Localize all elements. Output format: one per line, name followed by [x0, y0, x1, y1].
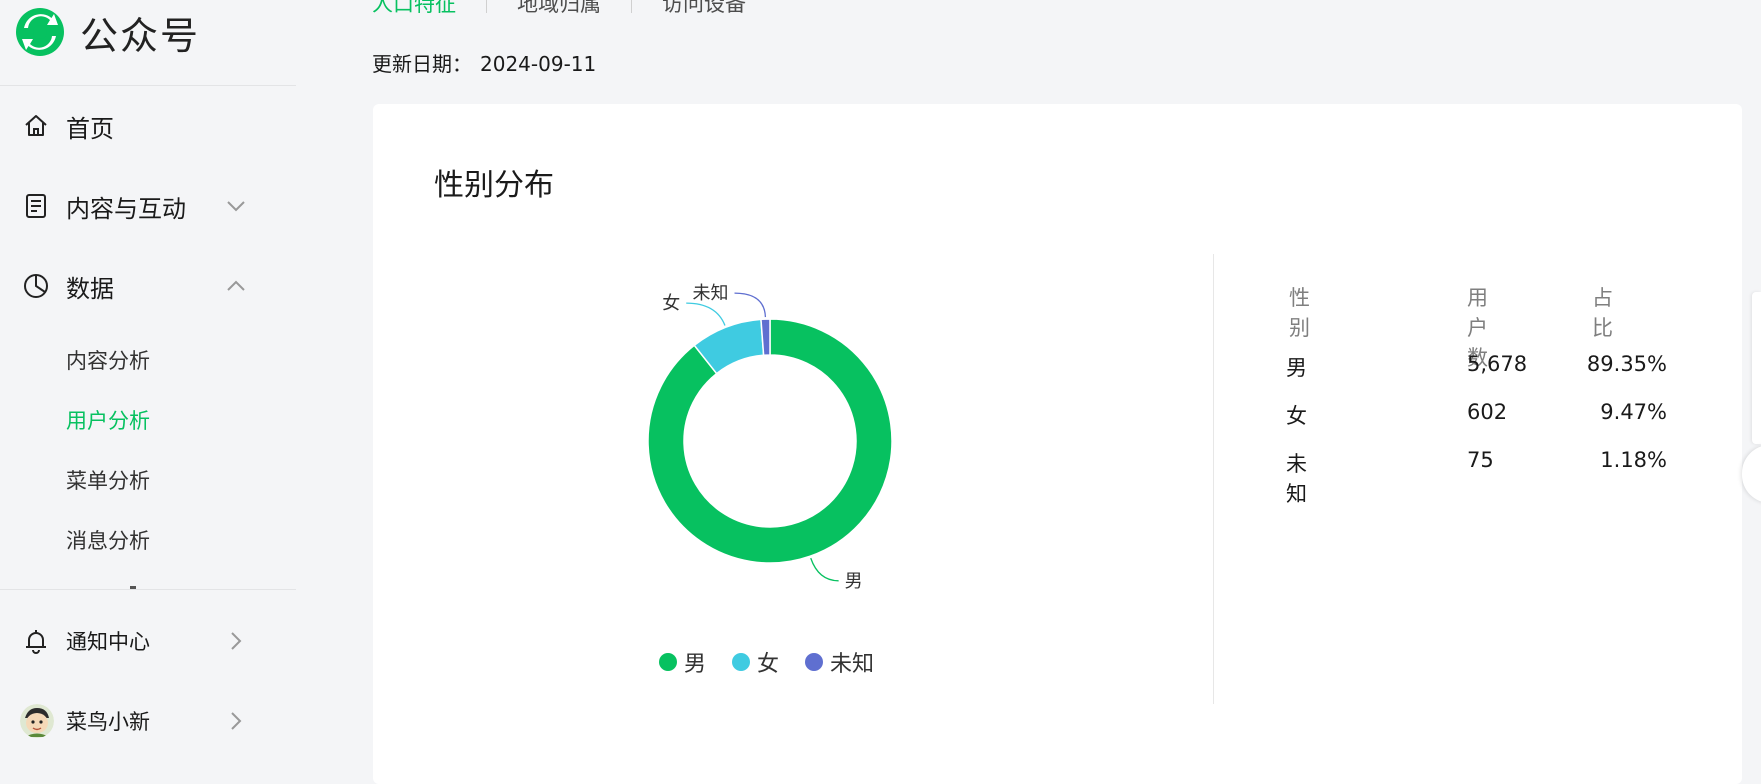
table-cell-ratio: 1.18%	[1600, 448, 1667, 472]
chevron-right-icon	[231, 712, 242, 730]
sidebar-divider	[0, 589, 296, 590]
sidebar-item-label: 首页	[66, 114, 114, 143]
sidebar-subitem-message-analysis[interactable]: 消息分析	[66, 520, 150, 560]
brand-logo-icon	[16, 8, 64, 56]
sidebar-item-label: 通知中心	[66, 630, 150, 654]
legend-dot	[659, 653, 677, 671]
label-female: 女	[662, 293, 680, 314]
legend-dot	[732, 653, 751, 671]
pie-chart-icon	[24, 274, 48, 298]
table-header-gender: 性别	[1289, 286, 1310, 340]
label-male: 男	[845, 571, 863, 592]
side-panel-edge[interactable]	[1752, 292, 1761, 444]
legend-dot	[805, 653, 824, 671]
table-cell-gender: 女	[1286, 404, 1307, 428]
sidebar-item-label: 数据	[66, 274, 114, 303]
chevron-right-icon	[231, 632, 242, 650]
bell-icon	[26, 630, 46, 654]
tab-separator	[486, 0, 487, 13]
gender-distribution-card: 性别分布 男女未知 男 女 未知 性别 用户数 占比 男 5,678 89.35…	[373, 104, 1742, 784]
sidebar-divider	[0, 85, 296, 86]
sidebar-item-notifications[interactable]: 通知中心	[0, 613, 296, 669]
legend-label: 女	[757, 652, 780, 677]
update-date-value: 2024-09-11	[480, 52, 597, 76]
tab-device[interactable]: 访问设备	[662, 0, 746, 18]
table-cell-ratio: 89.35%	[1586, 352, 1667, 376]
sidebar: 公众号 首页 内容与互动 数据 内容分析 用户分析 菜单分析 消息分析 通知中心…	[0, 0, 296, 756]
legend-item-female[interactable]: 女	[732, 646, 779, 678]
table-cell-users: 5,678	[1467, 352, 1528, 376]
update-date-label: 更新日期：	[372, 52, 472, 76]
table-cell-users: 602	[1467, 400, 1508, 424]
card-divider	[1213, 254, 1214, 704]
chevron-up-icon	[227, 280, 245, 291]
sidebar-item-home[interactable]: 首页	[0, 98, 296, 154]
leader-line	[810, 557, 839, 582]
sidebar-item-account[interactable]: 菜鸟小新	[0, 693, 296, 749]
table-cell-gender: 男	[1286, 356, 1307, 380]
leader-line	[686, 302, 726, 326]
table-header-ratio: 占比	[1592, 286, 1613, 340]
table-cell-ratio: 9.47%	[1600, 400, 1667, 424]
chart-legend: 男 女 未知	[659, 646, 900, 678]
legend-item-male[interactable]: 男	[659, 646, 706, 678]
tab-separator	[631, 0, 632, 13]
sidebar-item-content[interactable]: 内容与互动	[0, 178, 296, 234]
sidebar-item-label: 菜鸟小新	[66, 710, 150, 734]
avatar	[20, 704, 54, 738]
tab-region[interactable]: 地域归属	[517, 0, 601, 18]
floating-handle[interactable]	[1742, 445, 1761, 503]
legend-label: 男	[684, 652, 707, 677]
sidebar-item-data[interactable]: 数据	[0, 258, 296, 314]
sidebar-subitem-content-analysis[interactable]: 内容分析	[66, 340, 150, 380]
brand[interactable]: 公众号	[14, 6, 200, 58]
gender-donut-chart: 男 女 未知	[647, 283, 893, 592]
tab-demographics[interactable]: 人口特征	[372, 0, 456, 18]
legend-label: 未知	[830, 652, 875, 677]
sidebar-subitem-user-analysis[interactable]: 用户分析	[66, 400, 150, 440]
update-date-row: 更新日期： 2024-09-11	[372, 48, 596, 77]
brand-name: 公众号	[80, 13, 201, 58]
tab-bar: 人口特征 地域归属 访问设备	[372, 0, 746, 18]
document-icon	[26, 194, 46, 218]
table-cell-gender: 未知	[1286, 452, 1307, 506]
leader-line	[734, 292, 767, 318]
chevron-down-icon	[227, 201, 245, 212]
home-icon	[25, 115, 47, 136]
sidebar-subitem-menu-analysis[interactable]: 菜单分析	[66, 460, 150, 500]
sidebar-item-label: 内容与互动	[66, 194, 186, 223]
table-cell-users: 75	[1467, 448, 1494, 472]
label-unknown: 未知	[693, 283, 729, 304]
legend-item-unknown[interactable]: 未知	[805, 646, 874, 678]
